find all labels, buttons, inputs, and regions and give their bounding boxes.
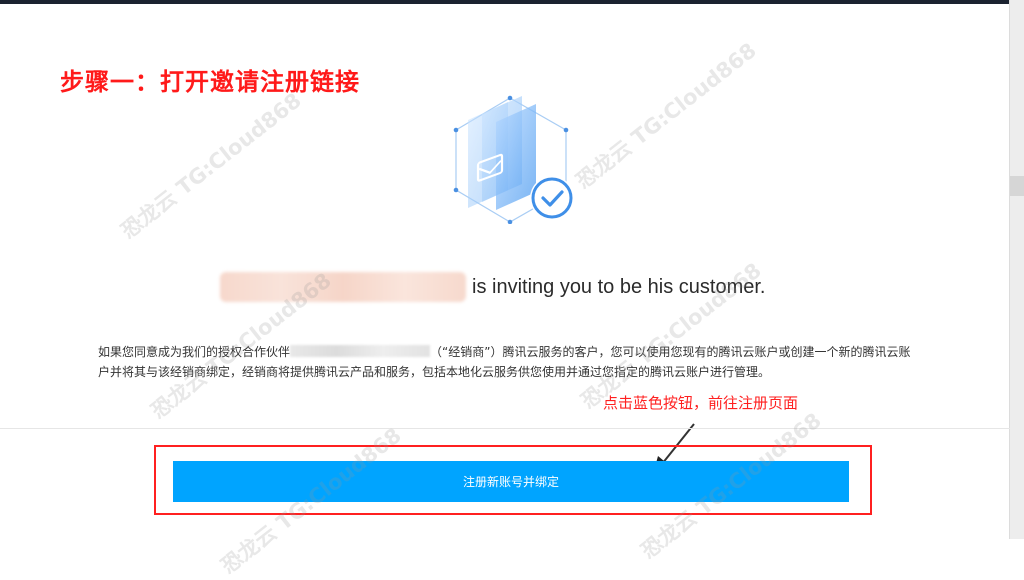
agreement-description: 如果您同意成为我们的授权合作伙伴 （“经销商”）腾讯云服务的客户，您可以使用您现有… bbox=[98, 342, 928, 382]
invite-line: is inviting you to be his customer. bbox=[220, 271, 765, 303]
divider bbox=[0, 428, 1010, 429]
annotation-text: 点击蓝色按钮，前往注册页面 bbox=[603, 394, 799, 412]
blurred-inviter-name bbox=[220, 272, 466, 302]
invite-text: is inviting you to be his customer. bbox=[472, 275, 766, 298]
step-title: 步骤一：打开邀请注册链接 bbox=[60, 68, 360, 96]
description-line-1: 如果您同意成为我们的授权合作伙伴 （“经销商”）腾讯云服务的客户，您可以使用您现有… bbox=[98, 342, 928, 362]
description-line-1-after: （“经销商”）腾讯云服务的客户，您可以使用您现有的腾讯云账户或创建一个新的腾讯云… bbox=[430, 345, 911, 359]
scrollbar[interactable] bbox=[1009, 0, 1024, 539]
mail-check-logo-icon bbox=[453, 95, 574, 224]
register-and-bind-button[interactable]: 注册新账号并绑定 bbox=[173, 461, 849, 502]
blurred-dealer-name bbox=[290, 345, 431, 357]
watermark: 恐龙云 TG:Cloud868 bbox=[571, 38, 761, 194]
description-line-2: 户并将其与该经销商绑定，经销商将提供腾讯云产品和服务，包括本地化云服务供您使用并… bbox=[98, 365, 771, 379]
scrollbar-thumb[interactable] bbox=[1010, 176, 1024, 196]
watermark: 恐龙云 TG:Cloud868 bbox=[116, 88, 306, 244]
description-line-1-before: 如果您同意成为我们的授权合作伙伴 bbox=[98, 345, 291, 359]
window-top-bar bbox=[0, 0, 1024, 4]
